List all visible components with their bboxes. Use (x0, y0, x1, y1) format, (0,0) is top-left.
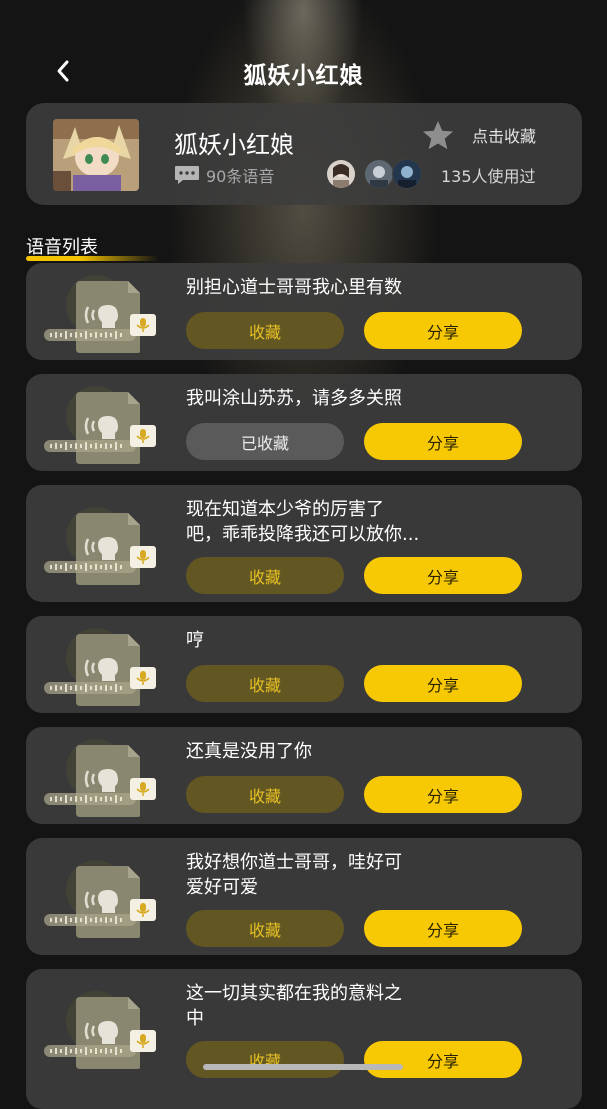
voice-text-line: 现在知道本少爷的厉害了 (186, 499, 384, 520)
voice-text-line: 哼 (186, 630, 204, 651)
share-button[interactable]: 分享 (364, 557, 522, 594)
favorited-button[interactable]: 已收藏 (186, 423, 344, 460)
voice-thumbnail (26, 616, 186, 713)
share-button[interactable]: 分享 (364, 910, 522, 947)
user-avatar (364, 159, 394, 189)
voice-thumbnail (26, 848, 186, 948)
collect-button[interactable]: 收藏 (186, 776, 344, 813)
voice-thumbnail (26, 374, 186, 471)
voice-count: 90条语音 (206, 167, 275, 186)
voice-text-line: 这一切其实都在我的意料之 (186, 983, 402, 1004)
voice-card[interactable]: 别担心道士哥哥我心里有数 收藏 分享 (26, 263, 582, 360)
voice-text-line: 我好想你道士哥哥，哇好可 (186, 852, 402, 873)
microphone-icon (130, 899, 156, 921)
star-icon (423, 120, 453, 150)
used-count: 135人使用过 (441, 167, 536, 186)
voice-text-line: 还真是没用了你 (186, 741, 312, 762)
voice-text: 别担心道士哥哥我心里有数 (186, 275, 496, 300)
favorite-label: 点击收藏 (472, 127, 537, 146)
voice-file-icon (44, 507, 156, 585)
voice-text: 还真是没用了你 (186, 739, 496, 764)
voice-text: 我好想你道士哥哥，哇好可 爱好可爱 (186, 850, 496, 900)
section-underline (26, 256, 158, 261)
share-button[interactable]: 分享 (364, 423, 522, 460)
collect-button[interactable]: 收藏 (186, 312, 344, 349)
voice-text-line: 我叫涂山苏苏，请多多关照 (186, 388, 402, 409)
microphone-icon (130, 546, 156, 568)
voice-card[interactable]: 哼 收藏 分享 (26, 616, 582, 713)
voice-text: 现在知道本少爷的厉害了 吧，乖乖投降我还可以放你... (186, 497, 496, 547)
voice-file-icon (44, 628, 156, 706)
voice-text: 哼 (186, 628, 496, 653)
page-title: 狐妖小红娘 (243, 63, 364, 89)
voice-file-icon (44, 739, 156, 817)
top-bar: 狐妖小红娘 (0, 44, 607, 104)
user-avatar (326, 159, 356, 189)
microphone-icon (130, 1030, 156, 1052)
profile-card: 狐妖小红娘 90条语音 135人使用过 点击收藏 (26, 103, 582, 205)
voice-card[interactable]: 这一切其实都在我的意料之 中 收藏 分享 (26, 969, 582, 1109)
voice-text-line: 中 (186, 1008, 204, 1029)
collect-button[interactable]: 收藏 (186, 1041, 344, 1078)
user-avatar (392, 159, 422, 189)
voice-card[interactable]: 还真是没用了你 收藏 分享 (26, 727, 582, 824)
voice-thumbnail (26, 727, 186, 824)
voice-file-icon (44, 860, 156, 938)
voice-thumbnail (26, 979, 186, 1079)
voice-card[interactable]: 我叫涂山苏苏，请多多关照 已收藏 分享 (26, 374, 582, 471)
microphone-icon (130, 425, 156, 447)
share-button[interactable]: 分享 (364, 776, 522, 813)
microphone-icon (130, 667, 156, 689)
share-button[interactable]: 分享 (364, 665, 522, 702)
share-button[interactable]: 分享 (364, 1041, 522, 1078)
voice-file-icon (44, 991, 156, 1069)
voice-text: 我叫涂山苏苏，请多多关照 (186, 386, 496, 411)
voice-card[interactable]: 我好想你道士哥哥，哇好可 爱好可爱 收藏 分享 (26, 838, 582, 955)
voice-thumbnail (26, 495, 186, 595)
collect-button[interactable]: 收藏 (186, 910, 344, 947)
voice-thumbnail (26, 263, 186, 360)
message-icon (175, 166, 199, 184)
voice-file-icon (44, 386, 156, 464)
voice-text: 这一切其实都在我的意料之 中 (186, 981, 496, 1031)
voice-text-line: 爱好可爱 (186, 877, 258, 898)
home-indicator (203, 1064, 403, 1070)
collect-button[interactable]: 收藏 (186, 557, 344, 594)
collect-button[interactable]: 收藏 (186, 665, 344, 702)
voice-card[interactable]: 现在知道本少爷的厉害了 吧，乖乖投降我还可以放你... 收藏 分享 (26, 485, 582, 602)
voice-file-icon (44, 275, 156, 353)
character-avatar (53, 119, 139, 191)
voice-text-line: 吧，乖乖投降我还可以放你... (186, 524, 420, 545)
user-avatar-group (326, 159, 430, 189)
share-button[interactable]: 分享 (364, 312, 522, 349)
voice-text-line: 别担心道士哥哥我心里有数 (186, 277, 402, 298)
favorite-button[interactable]: 点击收藏 (421, 119, 561, 151)
profile-name: 狐妖小红娘 (174, 131, 294, 159)
microphone-icon (130, 778, 156, 800)
microphone-icon (130, 314, 156, 336)
